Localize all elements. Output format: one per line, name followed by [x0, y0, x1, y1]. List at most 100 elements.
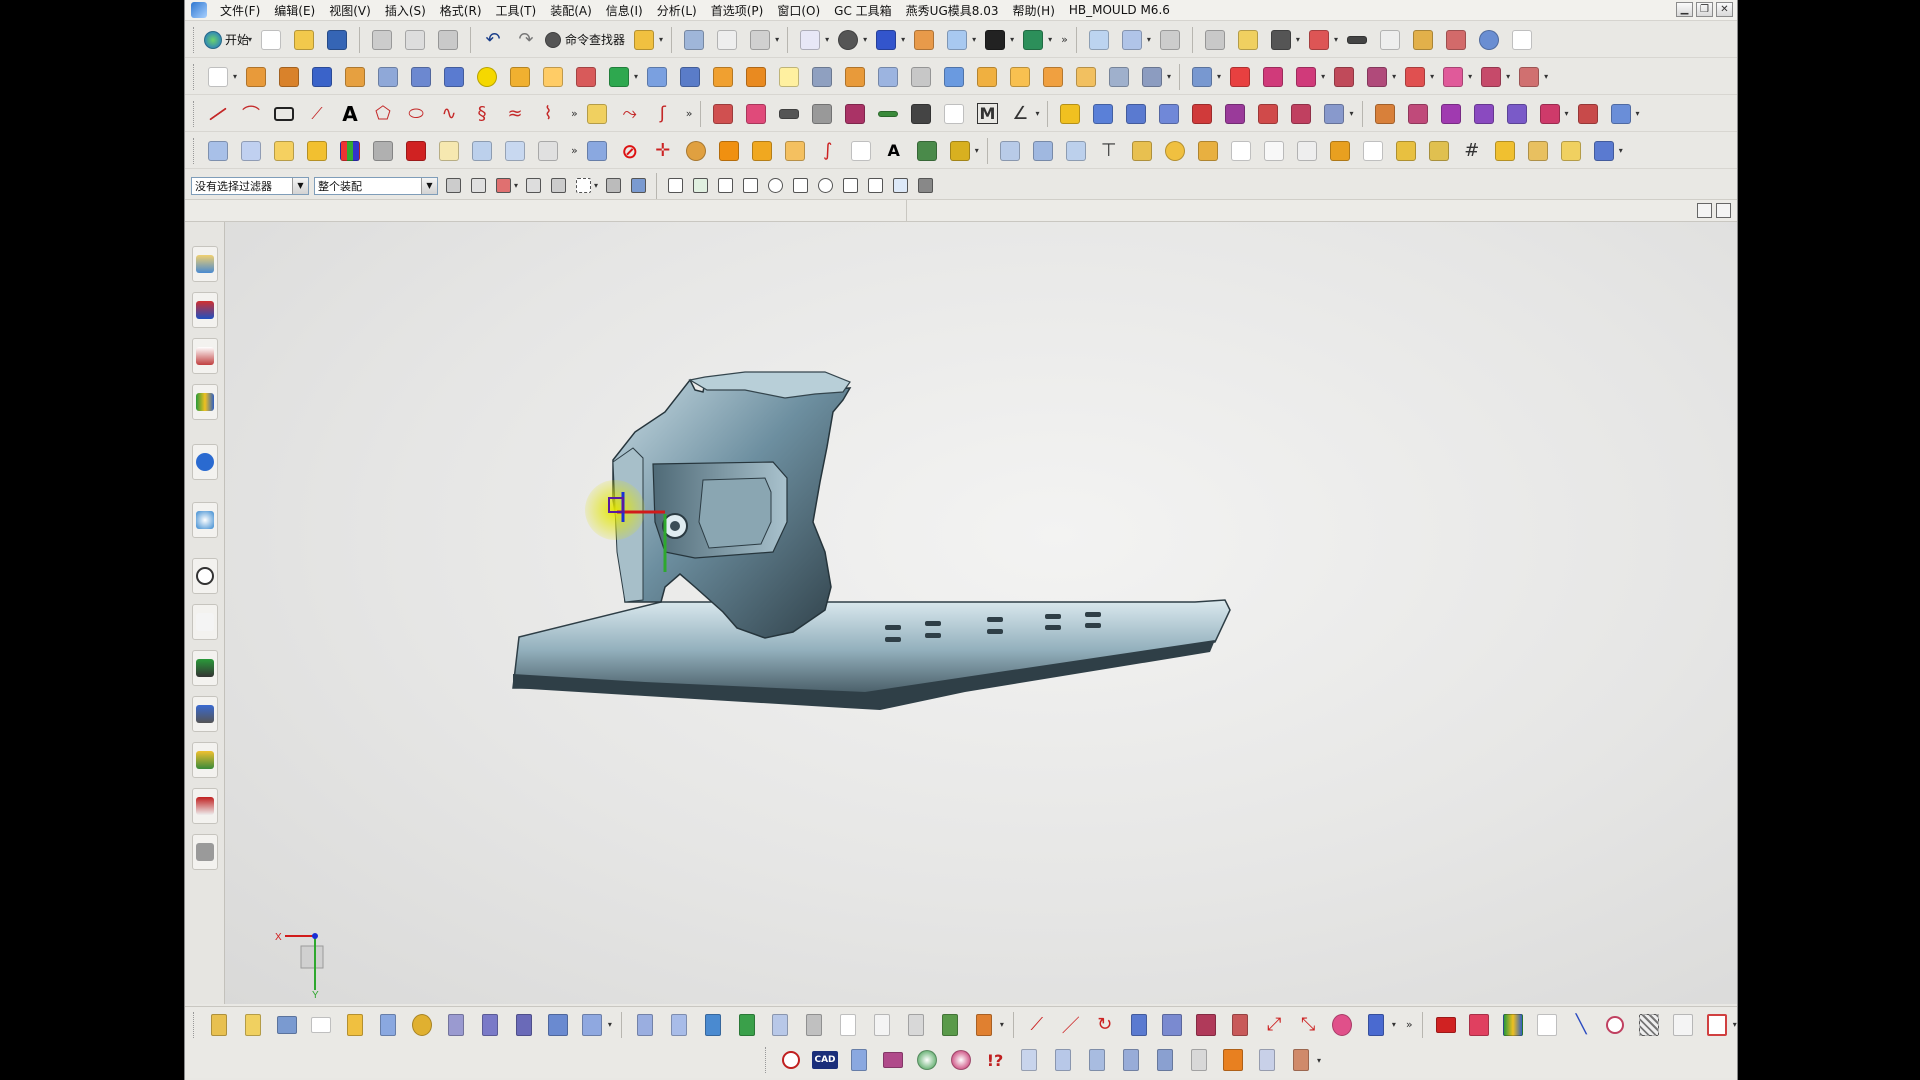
- maximize-graphics-icon[interactable]: [1716, 203, 1731, 218]
- text-icon[interactable]: A: [336, 100, 364, 128]
- symmetry-icon[interactable]: [1392, 137, 1420, 165]
- bucket-icon[interactable]: [970, 1011, 998, 1039]
- datum-plane-icon[interactable]: [572, 63, 600, 91]
- toolbar-grip[interactable]: [193, 63, 197, 90]
- blue-post-icon[interactable]: [845, 1046, 873, 1074]
- transform-icon[interactable]: [713, 26, 741, 54]
- yellow-block-icon[interactable]: [303, 137, 331, 165]
- polyline-icon[interactable]: ⟋: [303, 100, 331, 128]
- pad-icon[interactable]: [506, 63, 534, 91]
- assembly-navigator-icon[interactable]: [192, 246, 218, 282]
- grid-array-icon[interactable]: [1158, 1011, 1186, 1039]
- project-curve-icon[interactable]: [583, 100, 611, 128]
- arc-icon[interactable]: ⌒: [237, 100, 265, 128]
- snap-point-on-curve-icon[interactable]: [840, 176, 860, 196]
- pink-circle-icon[interactable]: [1328, 1011, 1356, 1039]
- command-finder-button[interactable]: 命令查找器: [545, 26, 625, 54]
- question-pin-icon[interactable]: !?: [981, 1046, 1009, 1074]
- background-icon[interactable]: [981, 26, 1009, 54]
- perspective-icon[interactable]: [1508, 26, 1536, 54]
- undo-icon[interactable]: ↶: [479, 26, 507, 54]
- toolbar-grip[interactable]: [193, 100, 197, 127]
- shell-icon[interactable]: [973, 63, 1001, 91]
- menu-analysis[interactable]: 分析(L): [650, 2, 704, 19]
- frame-plate-icon[interactable]: [307, 1011, 335, 1039]
- history-icon[interactable]: [192, 558, 218, 594]
- dual-pin-icon[interactable]: [476, 1011, 504, 1039]
- m-icon[interactable]: M: [973, 100, 1001, 128]
- untrim-icon[interactable]: [1437, 100, 1465, 128]
- pin-h-icon[interactable]: [1287, 1046, 1315, 1074]
- cluster-icon[interactable]: [1192, 1011, 1220, 1039]
- spring-icon[interactable]: [767, 1011, 795, 1039]
- close-icon[interactable]: ✕: [1716, 2, 1733, 17]
- view-triad[interactable]: X Y: [275, 928, 345, 998]
- sleeve-icon[interactable]: [699, 1011, 727, 1039]
- start-button[interactable]: 开始 ▾: [204, 26, 252, 54]
- l-shape-icon[interactable]: [1326, 137, 1354, 165]
- gold-solid-icon[interactable]: [946, 137, 974, 165]
- menu-tools[interactable]: 工具(T): [489, 2, 544, 19]
- snap-arc-center-icon[interactable]: [765, 176, 785, 196]
- axis-lines-icon[interactable]: [237, 137, 265, 165]
- unite-icon[interactable]: [709, 63, 737, 91]
- part-navigator-icon[interactable]: [192, 338, 218, 374]
- cone-icon[interactable]: [440, 63, 468, 91]
- curve-icon[interactable]: [1118, 26, 1146, 54]
- boss-icon[interactable]: [374, 63, 402, 91]
- datum-axis-icon[interactable]: [605, 63, 633, 91]
- view-orient-icon[interactable]: [910, 26, 938, 54]
- show-hide-icon[interactable]: [746, 26, 774, 54]
- pin-a-icon[interactable]: [1015, 1046, 1043, 1074]
- probe-icon[interactable]: [1161, 137, 1189, 165]
- table-grid-icon[interactable]: [1669, 1011, 1697, 1039]
- quarter-icon[interactable]: [1293, 137, 1321, 165]
- pin-d-icon[interactable]: [1117, 1046, 1145, 1074]
- snap-settings-icon[interactable]: [915, 176, 935, 196]
- split-face-icon[interactable]: [1607, 100, 1635, 128]
- offset-surface-icon[interactable]: [1287, 100, 1315, 128]
- stop-pin-icon[interactable]: [800, 1011, 828, 1039]
- roles-icon[interactable]: [192, 742, 218, 778]
- shaded-view-icon[interactable]: [872, 26, 900, 54]
- minimize-icon[interactable]: ▁: [1676, 2, 1693, 17]
- ruled-icon[interactable]: [1155, 100, 1183, 128]
- text-note-icon[interactable]: A: [880, 137, 908, 165]
- straighten-icon[interactable]: [874, 100, 902, 128]
- menu-assemblies[interactable]: 装配(A): [543, 2, 599, 19]
- toolbar-grip[interactable]: [193, 1011, 197, 1038]
- gift-icon[interactable]: [1465, 1011, 1493, 1039]
- menu-format[interactable]: 格式(R): [433, 2, 489, 19]
- red-tool-icon[interactable]: ⤢: [1260, 1011, 1288, 1039]
- runner-icon[interactable]: [534, 137, 562, 165]
- curve-length-icon[interactable]: [808, 100, 836, 128]
- toolbar-grip[interactable]: [193, 137, 197, 164]
- block-icon[interactable]: [308, 63, 336, 91]
- process-studio-icon[interactable]: [192, 650, 218, 686]
- frame-square-icon[interactable]: [1260, 137, 1288, 165]
- orange-grid-icon[interactable]: [1219, 1046, 1247, 1074]
- csys-icon[interactable]: [913, 137, 941, 165]
- analysis-icon[interactable]: [1267, 26, 1295, 54]
- route-icon[interactable]: [1125, 1011, 1153, 1039]
- menu-window[interactable]: 窗口(O): [770, 2, 827, 19]
- select-component-icon[interactable]: [603, 176, 623, 196]
- cavity-insert-icon[interactable]: [578, 1011, 606, 1039]
- cad-icon[interactable]: CAD: [811, 1046, 839, 1074]
- refresh-icon[interactable]: [1475, 26, 1503, 54]
- web-browser-icon[interactable]: [192, 502, 218, 538]
- split-body-icon[interactable]: [841, 63, 869, 91]
- curve-red-icon[interactable]: ∫: [814, 137, 842, 165]
- join-curve-icon[interactable]: ʃ: [649, 100, 677, 128]
- menu-help[interactable]: 帮助(H): [1005, 2, 1061, 19]
- red-line-icon[interactable]: ／: [1057, 1011, 1085, 1039]
- ellipse-icon[interactable]: ⬭: [402, 100, 430, 128]
- edge-blend-icon[interactable]: [874, 63, 902, 91]
- open-folder-icon[interactable]: [290, 26, 318, 54]
- sew-icon[interactable]: [1072, 63, 1100, 91]
- point-set-icon[interactable]: [204, 137, 232, 165]
- layer-icon[interactable]: [1442, 26, 1470, 54]
- i-form-icon[interactable]: [1536, 100, 1564, 128]
- menu-edit[interactable]: 编辑(E): [267, 2, 322, 19]
- system-materials-icon[interactable]: [192, 604, 218, 640]
